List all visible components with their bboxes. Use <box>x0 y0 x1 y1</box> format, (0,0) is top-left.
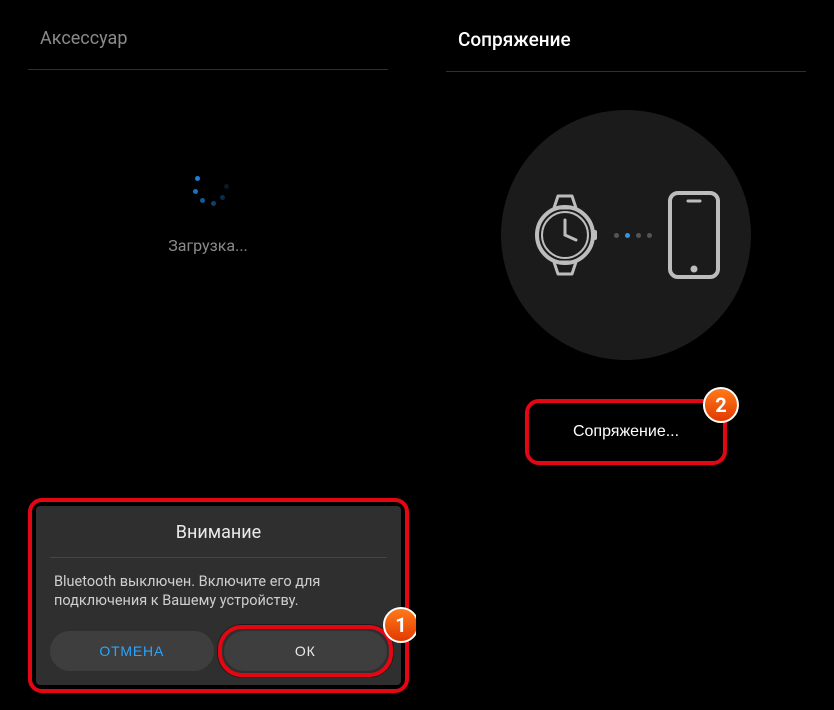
loading-area: Загрузка... <box>0 160 416 255</box>
step-badge-2: 2 <box>703 387 739 423</box>
cancel-button[interactable]: ОТМЕНА <box>50 631 214 671</box>
pair-button-wrap: Сопряжение... 2 <box>547 413 705 451</box>
left-divider <box>28 69 388 70</box>
right-pane: Сопряжение Сопряжение... <box>418 0 834 710</box>
left-header: Аксессуар <box>0 0 416 69</box>
loading-label: Загрузка... <box>168 236 248 255</box>
right-header: Сопряжение <box>418 0 834 71</box>
dialog-message: Bluetooth выключен. Включите его для под… <box>36 558 401 625</box>
pairing-graphic <box>501 110 751 360</box>
bluetooth-dialog-wrap: Внимание Bluetooth выключен. Включите ег… <box>36 506 401 685</box>
watch-icon <box>530 190 600 280</box>
dialog-title: Внимание <box>36 506 401 557</box>
pair-button[interactable]: Сопряжение... <box>547 413 705 451</box>
loading-spinner-icon <box>184 160 232 208</box>
left-title: Аксессуар <box>40 28 376 49</box>
right-title: Сопряжение <box>458 28 794 51</box>
dialog-actions: ОТМЕНА ОК <box>36 625 401 685</box>
pairing-dots-icon <box>614 233 652 238</box>
phone-icon <box>666 189 722 281</box>
left-pane: Аксессуар Загрузка... Внимание Bluetooth… <box>0 0 416 710</box>
ok-button[interactable]: ОК <box>224 631 388 671</box>
bluetooth-dialog: Внимание Bluetooth выключен. Включите ег… <box>36 506 401 685</box>
right-divider <box>446 71 806 72</box>
